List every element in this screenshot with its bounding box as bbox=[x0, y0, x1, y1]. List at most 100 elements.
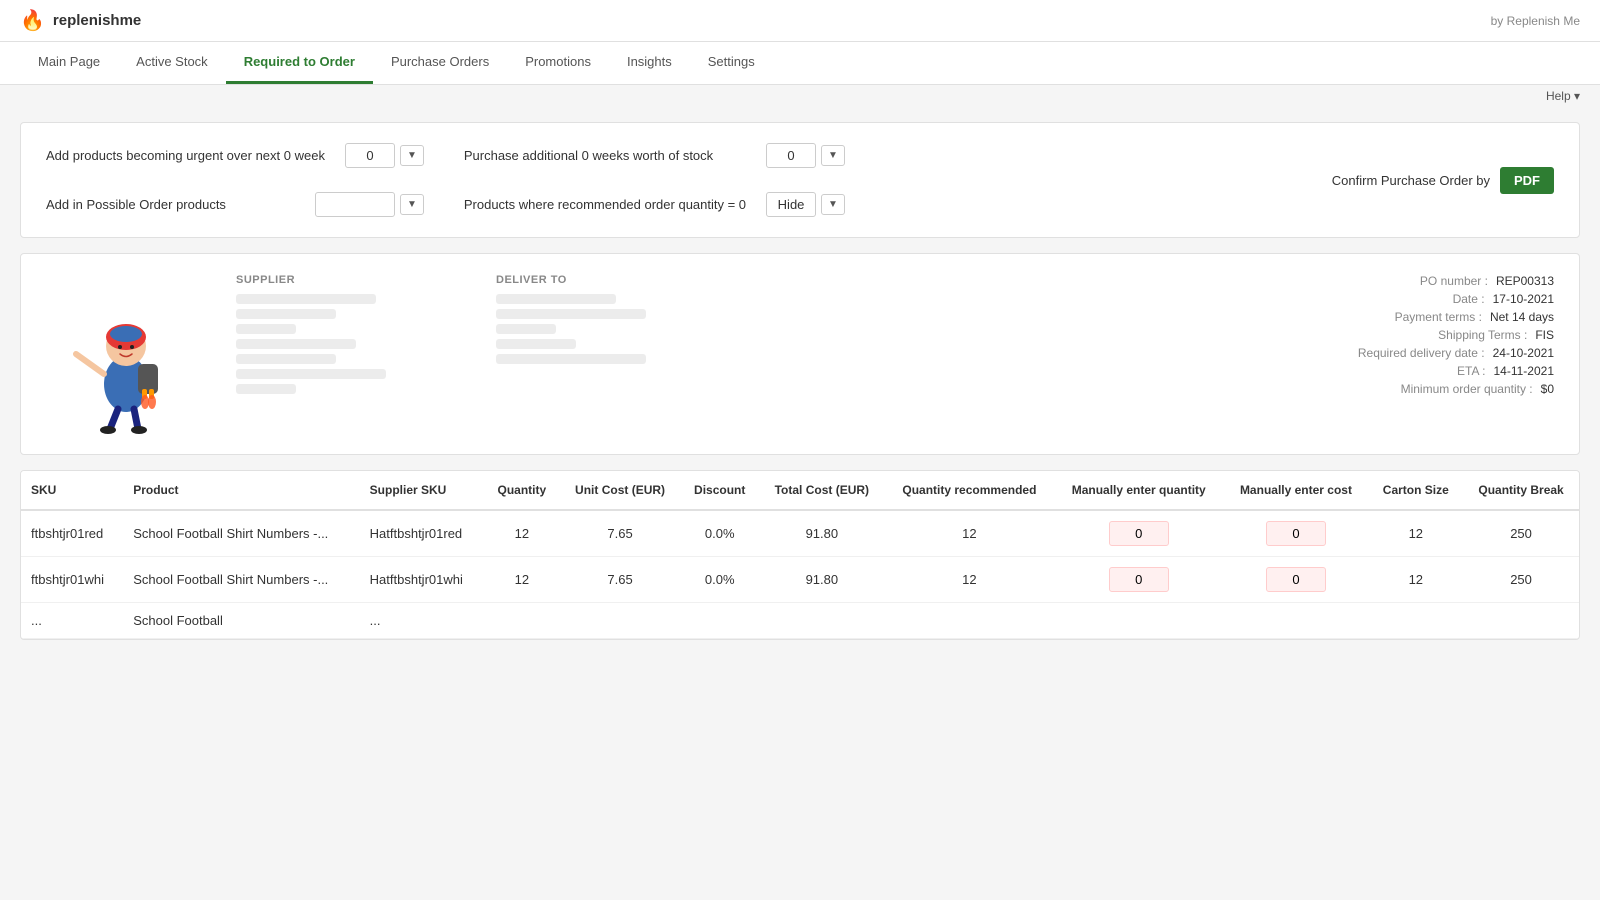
purchase-row: Purchase additional 0 weeks worth of sto… bbox=[464, 143, 845, 168]
cell-carton-size: 12 bbox=[1369, 557, 1464, 603]
po-min-order-val: $0 bbox=[1541, 382, 1554, 396]
cell-manually-cost bbox=[1223, 510, 1368, 557]
mascot-area bbox=[46, 274, 206, 434]
cell-manually-qty bbox=[1054, 557, 1223, 603]
nav-active-stock[interactable]: Active Stock bbox=[118, 42, 226, 84]
col-quantity: Quantity bbox=[484, 471, 559, 510]
cell-product: School Football bbox=[123, 603, 359, 639]
col-total-cost: Total Cost (EUR) bbox=[759, 471, 885, 510]
cell-unit-cost bbox=[560, 603, 681, 639]
cell-unit-cost: 7.65 bbox=[560, 510, 681, 557]
cell-total-cost: 91.80 bbox=[759, 557, 885, 603]
urgent-value[interactable]: 0 bbox=[345, 143, 395, 168]
help-link[interactable]: Help ▾ bbox=[1546, 89, 1580, 103]
possible-value[interactable] bbox=[315, 192, 395, 217]
recommended-value[interactable]: Hide bbox=[766, 192, 816, 217]
cell-quantity bbox=[484, 603, 559, 639]
po-number-label: PO number : bbox=[1420, 274, 1488, 288]
col-qty-break: Quantity Break bbox=[1463, 471, 1579, 510]
confirm-label: Confirm Purchase Order by bbox=[1332, 173, 1490, 188]
table-row: ftbshtjr01redSchool Football Shirt Numbe… bbox=[21, 510, 1579, 557]
cell-manually-cost bbox=[1223, 557, 1368, 603]
cell-manually-cost-input[interactable] bbox=[1266, 567, 1326, 592]
cell-supplier-sku: ... bbox=[360, 603, 484, 639]
table-row: ftbshtjr01whiSchool Football Shirt Numbe… bbox=[21, 557, 1579, 603]
logo-icon: 🔥 bbox=[20, 8, 45, 33]
nav-bar: Main Page Active Stock Required to Order… bbox=[0, 42, 1600, 85]
cell-discount: 0.0% bbox=[681, 510, 759, 557]
nav-purchase-orders[interactable]: Purchase Orders bbox=[373, 42, 507, 84]
cell-total-cost: 91.80 bbox=[759, 510, 885, 557]
po-delivery-label: Required delivery date : bbox=[1358, 346, 1485, 360]
col-unit-cost: Unit Cost (EUR) bbox=[560, 471, 681, 510]
deliver-line-2 bbox=[496, 309, 646, 319]
recommended-select-group: Hide ▼ bbox=[766, 192, 845, 217]
recommended-label: Products where recommended order quantit… bbox=[464, 197, 746, 212]
cell-product: School Football Shirt Numbers -... bbox=[123, 510, 359, 557]
help-bar: Help ▾ bbox=[0, 85, 1600, 107]
po-payment-val: Net 14 days bbox=[1490, 310, 1554, 324]
logo-area: 🔥 replenishme bbox=[20, 8, 141, 33]
cell-manually-cost-input[interactable] bbox=[1266, 521, 1326, 546]
cell-manually-qty-input[interactable] bbox=[1109, 521, 1169, 546]
cell-carton-size bbox=[1369, 603, 1464, 639]
deliver-line-5 bbox=[496, 354, 646, 364]
supplier-label: SUPPLIER bbox=[236, 274, 436, 286]
cell-manually-cost bbox=[1223, 603, 1368, 639]
po-min-order-label: Minimum order quantity : bbox=[1401, 382, 1533, 396]
cell-qty-recommended: 12 bbox=[885, 510, 1054, 557]
by-text: by Replenish Me bbox=[1491, 14, 1580, 28]
nav-main-page[interactable]: Main Page bbox=[20, 42, 118, 84]
supplier-section: SUPPLIER bbox=[236, 274, 436, 434]
col-manually-qty: Manually enter quantity bbox=[1054, 471, 1223, 510]
po-payment-label: Payment terms : bbox=[1395, 310, 1482, 324]
purchase-value[interactable]: 0 bbox=[766, 143, 816, 168]
cell-supplier-sku: Hatftbshtjr01red bbox=[360, 510, 484, 557]
po-details-area: SUPPLIER DELIVER TO PO number : bbox=[20, 253, 1580, 455]
mascot-svg bbox=[66, 274, 186, 434]
po-info-section: PO number : REP00313 Date : 17-10-2021 P… bbox=[1358, 274, 1554, 434]
center-filters: Purchase additional 0 weeks worth of sto… bbox=[464, 143, 845, 217]
cell-product: School Football Shirt Numbers -... bbox=[123, 557, 359, 603]
table-container: SKU Product Supplier SKU Quantity Unit C… bbox=[20, 470, 1580, 640]
cell-qty-recommended bbox=[885, 603, 1054, 639]
deliver-line-4 bbox=[496, 339, 576, 349]
po-number-val: REP00313 bbox=[1496, 274, 1554, 288]
possible-row: Add in Possible Order products ▼ bbox=[46, 192, 424, 217]
deliver-label: DELIVER TO bbox=[496, 274, 696, 286]
cell-qty-break bbox=[1463, 603, 1579, 639]
supplier-line-3 bbox=[236, 324, 296, 334]
cell-total-cost bbox=[759, 603, 885, 639]
po-delivery-val: 24-10-2021 bbox=[1493, 346, 1554, 360]
deliver-line-3 bbox=[496, 324, 556, 334]
col-carton-size: Carton Size bbox=[1369, 471, 1464, 510]
possible-dropdown[interactable]: ▼ bbox=[400, 194, 424, 215]
cell-manually-qty bbox=[1054, 603, 1223, 639]
nav-required-to-order[interactable]: Required to Order bbox=[226, 42, 373, 84]
po-shipping-row: Shipping Terms : FIS bbox=[1358, 328, 1554, 342]
cell-manually-qty bbox=[1054, 510, 1223, 557]
purchase-dropdown[interactable]: ▼ bbox=[821, 145, 845, 166]
supplier-line-1 bbox=[236, 294, 376, 304]
recommended-dropdown[interactable]: ▼ bbox=[821, 194, 845, 215]
nav-settings[interactable]: Settings bbox=[690, 42, 773, 84]
purchase-label: Purchase additional 0 weeks worth of sto… bbox=[464, 148, 746, 163]
table-body: ftbshtjr01redSchool Football Shirt Numbe… bbox=[21, 510, 1579, 639]
po-date-val: 17-10-2021 bbox=[1493, 292, 1554, 306]
cell-manually-qty-input[interactable] bbox=[1109, 567, 1169, 592]
col-qty-recommended: Quantity recommended bbox=[885, 471, 1054, 510]
po-eta-label: ETA : bbox=[1457, 364, 1485, 378]
nav-promotions[interactable]: Promotions bbox=[507, 42, 609, 84]
po-delivery-row: Required delivery date : 24-10-2021 bbox=[1358, 346, 1554, 360]
pdf-button[interactable]: PDF bbox=[1500, 167, 1554, 194]
possible-select-group: ▼ bbox=[315, 192, 424, 217]
cell-qty-break: 250 bbox=[1463, 510, 1579, 557]
deliver-line-1 bbox=[496, 294, 616, 304]
nav-insights[interactable]: Insights bbox=[609, 42, 690, 84]
urgent-dropdown[interactable]: ▼ bbox=[400, 145, 424, 166]
col-product: Product bbox=[123, 471, 359, 510]
po-payment-row: Payment terms : Net 14 days bbox=[1358, 310, 1554, 324]
po-date-label: Date : bbox=[1453, 292, 1485, 306]
app-title: replenishme bbox=[53, 12, 141, 29]
col-discount: Discount bbox=[681, 471, 759, 510]
